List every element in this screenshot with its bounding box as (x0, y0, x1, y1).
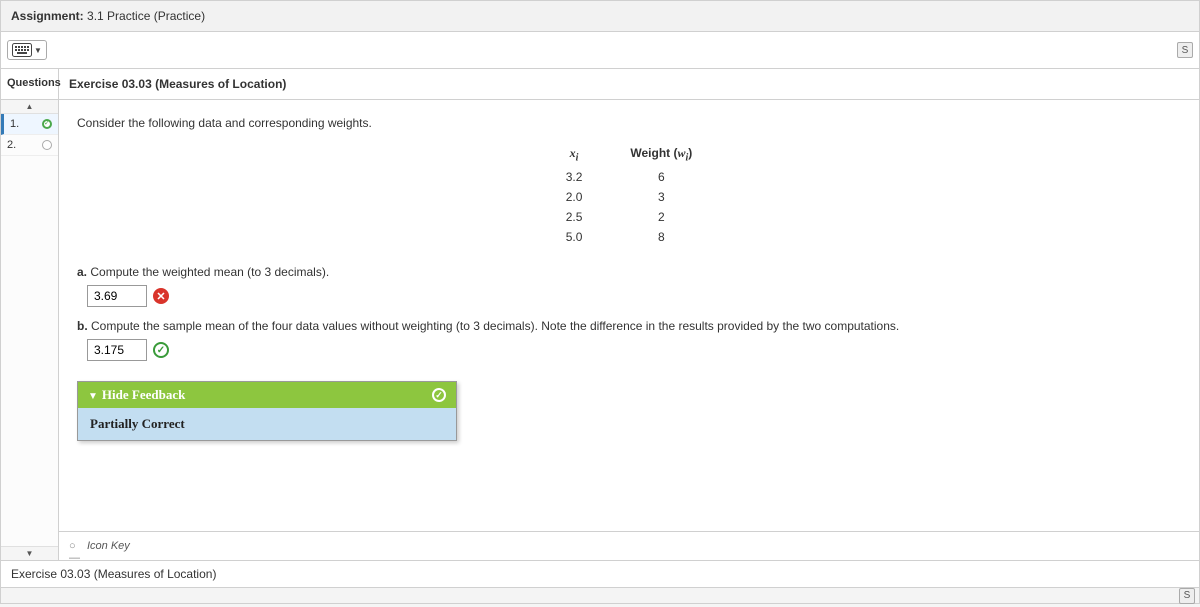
part-b-label: b. (77, 319, 88, 333)
keyboard-icon (12, 43, 32, 57)
feedback-toggle[interactable]: ▼ Hide Feedback ✓ (78, 382, 456, 408)
feedback-toggle-label: Hide Feedback (102, 387, 185, 402)
table-row: 3.26 (542, 167, 717, 187)
table-row: 2.03 (542, 187, 717, 207)
col-header-weight: Weight (wi) (606, 142, 716, 167)
question-item-1[interactable]: 1. (1, 114, 58, 135)
part-a-answer-row: ✕ (87, 285, 1181, 307)
table-row: 5.08 (542, 227, 717, 247)
chevron-down-icon: ▼ (88, 391, 98, 402)
footer-exercise: Exercise 03.03 (Measures of Location) (0, 560, 1200, 588)
icon-key-label: Icon Key (87, 540, 130, 552)
exercise-title: Exercise 03.03 (Measures of Location) (59, 69, 1199, 99)
table-row: 2.52 (542, 207, 717, 227)
col-header-x: xi (542, 142, 607, 167)
feedback-box: ▼ Hide Feedback ✓ Partially Correct (77, 381, 457, 441)
correct-icon: ✓ (153, 342, 169, 358)
icon-key-row[interactable]: Icon Key (59, 531, 1199, 560)
key-icon (69, 540, 81, 552)
question-number: 2. (7, 139, 16, 151)
assignment-title: 3.1 Practice (Practice) (87, 9, 205, 23)
assignment-label: Assignment: (11, 9, 84, 23)
part-a-text: Compute the weighted mean (to 3 decimals… (90, 265, 329, 279)
part-b-input[interactable] (87, 339, 147, 361)
main-content-row: ▲ 1. 2. ▼ Hi Consider the following data… (0, 100, 1200, 560)
questions-column-header: Questions (1, 69, 59, 99)
chevron-down-icon: ▼ (34, 46, 42, 55)
question-sidebar: ▲ 1. 2. ▼ (1, 100, 59, 560)
question-content: Hi Consider the following data and corre… (59, 100, 1199, 560)
footer-exercise-title: Exercise 03.03 (Measures of Location) (11, 567, 216, 581)
feedback-status-icon: ✓ (432, 388, 446, 402)
status-empty-icon (42, 140, 52, 150)
feedback-status-text: Partially Correct (78, 408, 456, 440)
toolbar: ▼ S (0, 32, 1200, 68)
part-a-input[interactable] (87, 285, 147, 307)
part-a-label: a. (77, 265, 87, 279)
sidebar-scroll-down[interactable]: ▼ (1, 546, 58, 560)
status-complete-icon (42, 119, 52, 129)
question-item-2[interactable]: 2. (1, 135, 58, 156)
exercise-header: Questions Exercise 03.03 (Measures of Lo… (0, 68, 1200, 100)
save-button-top-label: S (1182, 45, 1189, 56)
sidebar-scroll-up[interactable]: ▲ (1, 100, 58, 114)
save-button-top[interactable]: S (1177, 42, 1193, 58)
save-button-bottom-label: S (1184, 590, 1191, 601)
footer-scroll: S (0, 588, 1200, 604)
part-a: a. Compute the weighted mean (to 3 decim… (77, 265, 1181, 279)
assignment-header: Assignment: 3.1 Practice (Practice) (0, 0, 1200, 32)
part-b-answer-row: ✓ (87, 339, 1181, 361)
keyboard-button[interactable]: ▼ (7, 40, 47, 60)
question-number: 1. (10, 118, 19, 130)
data-table: xi Weight (wi) 3.26 2.03 2.52 5.08 (542, 142, 717, 247)
intro-text: Consider the following data and correspo… (77, 116, 1181, 130)
part-b-text: Compute the sample mean of the four data… (91, 319, 899, 333)
part-b: b. Compute the sample mean of the four d… (77, 319, 1181, 333)
save-button-bottom[interactable]: S (1179, 588, 1195, 604)
incorrect-icon: ✕ (153, 288, 169, 304)
